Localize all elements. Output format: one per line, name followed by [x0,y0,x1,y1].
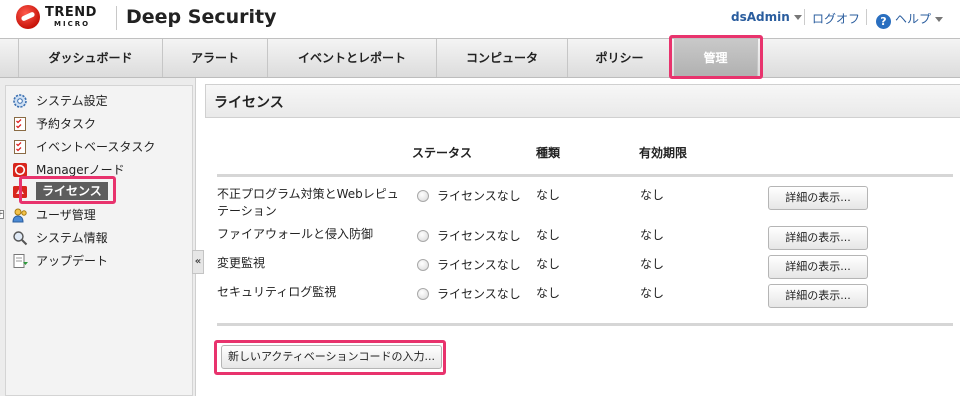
tree-item-label: システム情報 [36,231,108,245]
license-status: ライセンスなし [417,285,521,302]
status-text: ライセンスなし [437,189,521,203]
feature-name: ファイアウォールと侵入防御 [217,227,374,241]
header-divider [866,9,867,25]
view-details-button[interactable]: 詳細の表示... [768,284,868,308]
collapse-sidebar-button[interactable]: « [192,250,204,274]
license-status: ライセンスなし [417,187,521,204]
header-divider [804,9,805,25]
chevron-down-icon [793,15,802,20]
license-expiry: なし [640,286,665,300]
status-text: ライセンスなし [437,229,521,243]
tab-dashboard[interactable]: ダッシュボード [18,39,163,77]
license-expiry: なし [640,188,665,202]
trend-micro-ball-icon [16,5,40,29]
column-header-expiry: 有効期限 [639,146,688,160]
tree-item-event-based-tasks[interactable]: イベントベースタスク [14,137,156,157]
tab-events-reports[interactable]: イベントとレポート [268,39,437,77]
highlight-frame-activation-button [214,340,446,375]
logo-divider [116,6,117,30]
feature-name: セキュリティログ監視 [217,285,337,299]
user-menu[interactable]: dsAdmin [731,10,802,24]
status-indicator-icon [417,288,429,300]
column-header-status: ステータス [412,146,473,160]
app-title: Deep Security [126,6,277,28]
task-icon [12,139,28,155]
highlight-frame-license-item [19,176,116,204]
panel-header: ライセンス [205,84,960,118]
tree-item-label: アップデート [36,254,109,268]
navigation-tree-panel: システム設定 予約タスク イベントベースタスク Managerノード ライセンス [0,78,196,396]
logo-text-micro: MICRO [54,20,91,28]
license-type: なし [536,188,561,202]
users-icon [12,207,28,223]
column-header-type: 種類 [536,146,561,160]
view-details-button[interactable]: 詳細の表示... [768,226,868,250]
tab-computers[interactable]: コンピュータ [437,39,568,77]
status-indicator-icon [417,259,429,271]
user-name: dsAdmin [731,10,790,24]
status-indicator-icon [417,230,429,242]
table-divider [217,323,953,326]
highlight-frame-admin-tab [669,35,763,79]
expand-toggle[interactable]: + [0,210,4,219]
page-title: ライセンス [214,95,284,111]
tree-item-system-settings[interactable]: システム設定 [13,91,108,111]
feature-name: 不正プログラム対策とWebレピュテーション [217,187,399,218]
help-label: ヘルプ [895,12,932,26]
tab-policies[interactable]: ポリシー [568,39,672,77]
tree-item-label: Managerノード [36,163,125,177]
license-type: なし [536,257,561,271]
license-type: なし [536,228,561,242]
chevron-down-icon [935,17,944,22]
navigation-tree: システム設定 予約タスク イベントベースタスク Managerノード ライセンス [0,85,193,396]
status-text: ライセンスなし [437,287,521,301]
status-text: ライセンスなし [437,258,521,272]
update-icon [12,253,28,269]
license-expiry: なし [640,228,665,242]
magnifier-icon [12,230,28,246]
tree-item-label: イベントベースタスク [36,140,156,154]
tree-item-updates[interactable]: アップデート [13,251,109,271]
gear-icon [12,93,28,109]
task-icon [12,116,28,132]
license-status: ライセンスなし [417,256,521,273]
tree-item-label: システム設定 [36,94,108,108]
help-menu[interactable]: ? ヘルプ [876,10,944,29]
logout-link[interactable]: ログオフ [812,10,860,27]
tree-item-label: ユーザ管理 [36,208,96,222]
status-indicator-icon [417,190,429,202]
header-bar: TREND MICRO Deep Security dsAdmin ログオフ ?… [0,0,960,38]
license-expiry: なし [640,257,665,271]
tree-item-system-information[interactable]: システム情報 [13,228,108,248]
trend-micro-logo: TREND MICRO [16,3,120,33]
tree-item-user-management[interactable]: + ユーザ管理 [0,205,96,225]
tree-item-label: 予約タスク [36,117,97,131]
tree-item-scheduled-tasks[interactable]: 予約タスク [14,114,97,134]
tab-alerts[interactable]: アラート [163,39,268,77]
help-icon: ? [876,14,891,29]
main-tab-bar: ダッシュボード アラート イベントとレポート コンピュータ ポリシー 管理 [0,38,960,78]
view-details-button[interactable]: 詳細の表示... [768,186,868,210]
license-status: ライセンスなし [417,227,521,244]
feature-name: 変更監視 [217,256,266,270]
logo-text-trend: TREND [45,5,97,20]
table-divider [217,174,953,177]
view-details-button[interactable]: 詳細の表示... [768,255,868,279]
license-type: なし [536,286,561,300]
